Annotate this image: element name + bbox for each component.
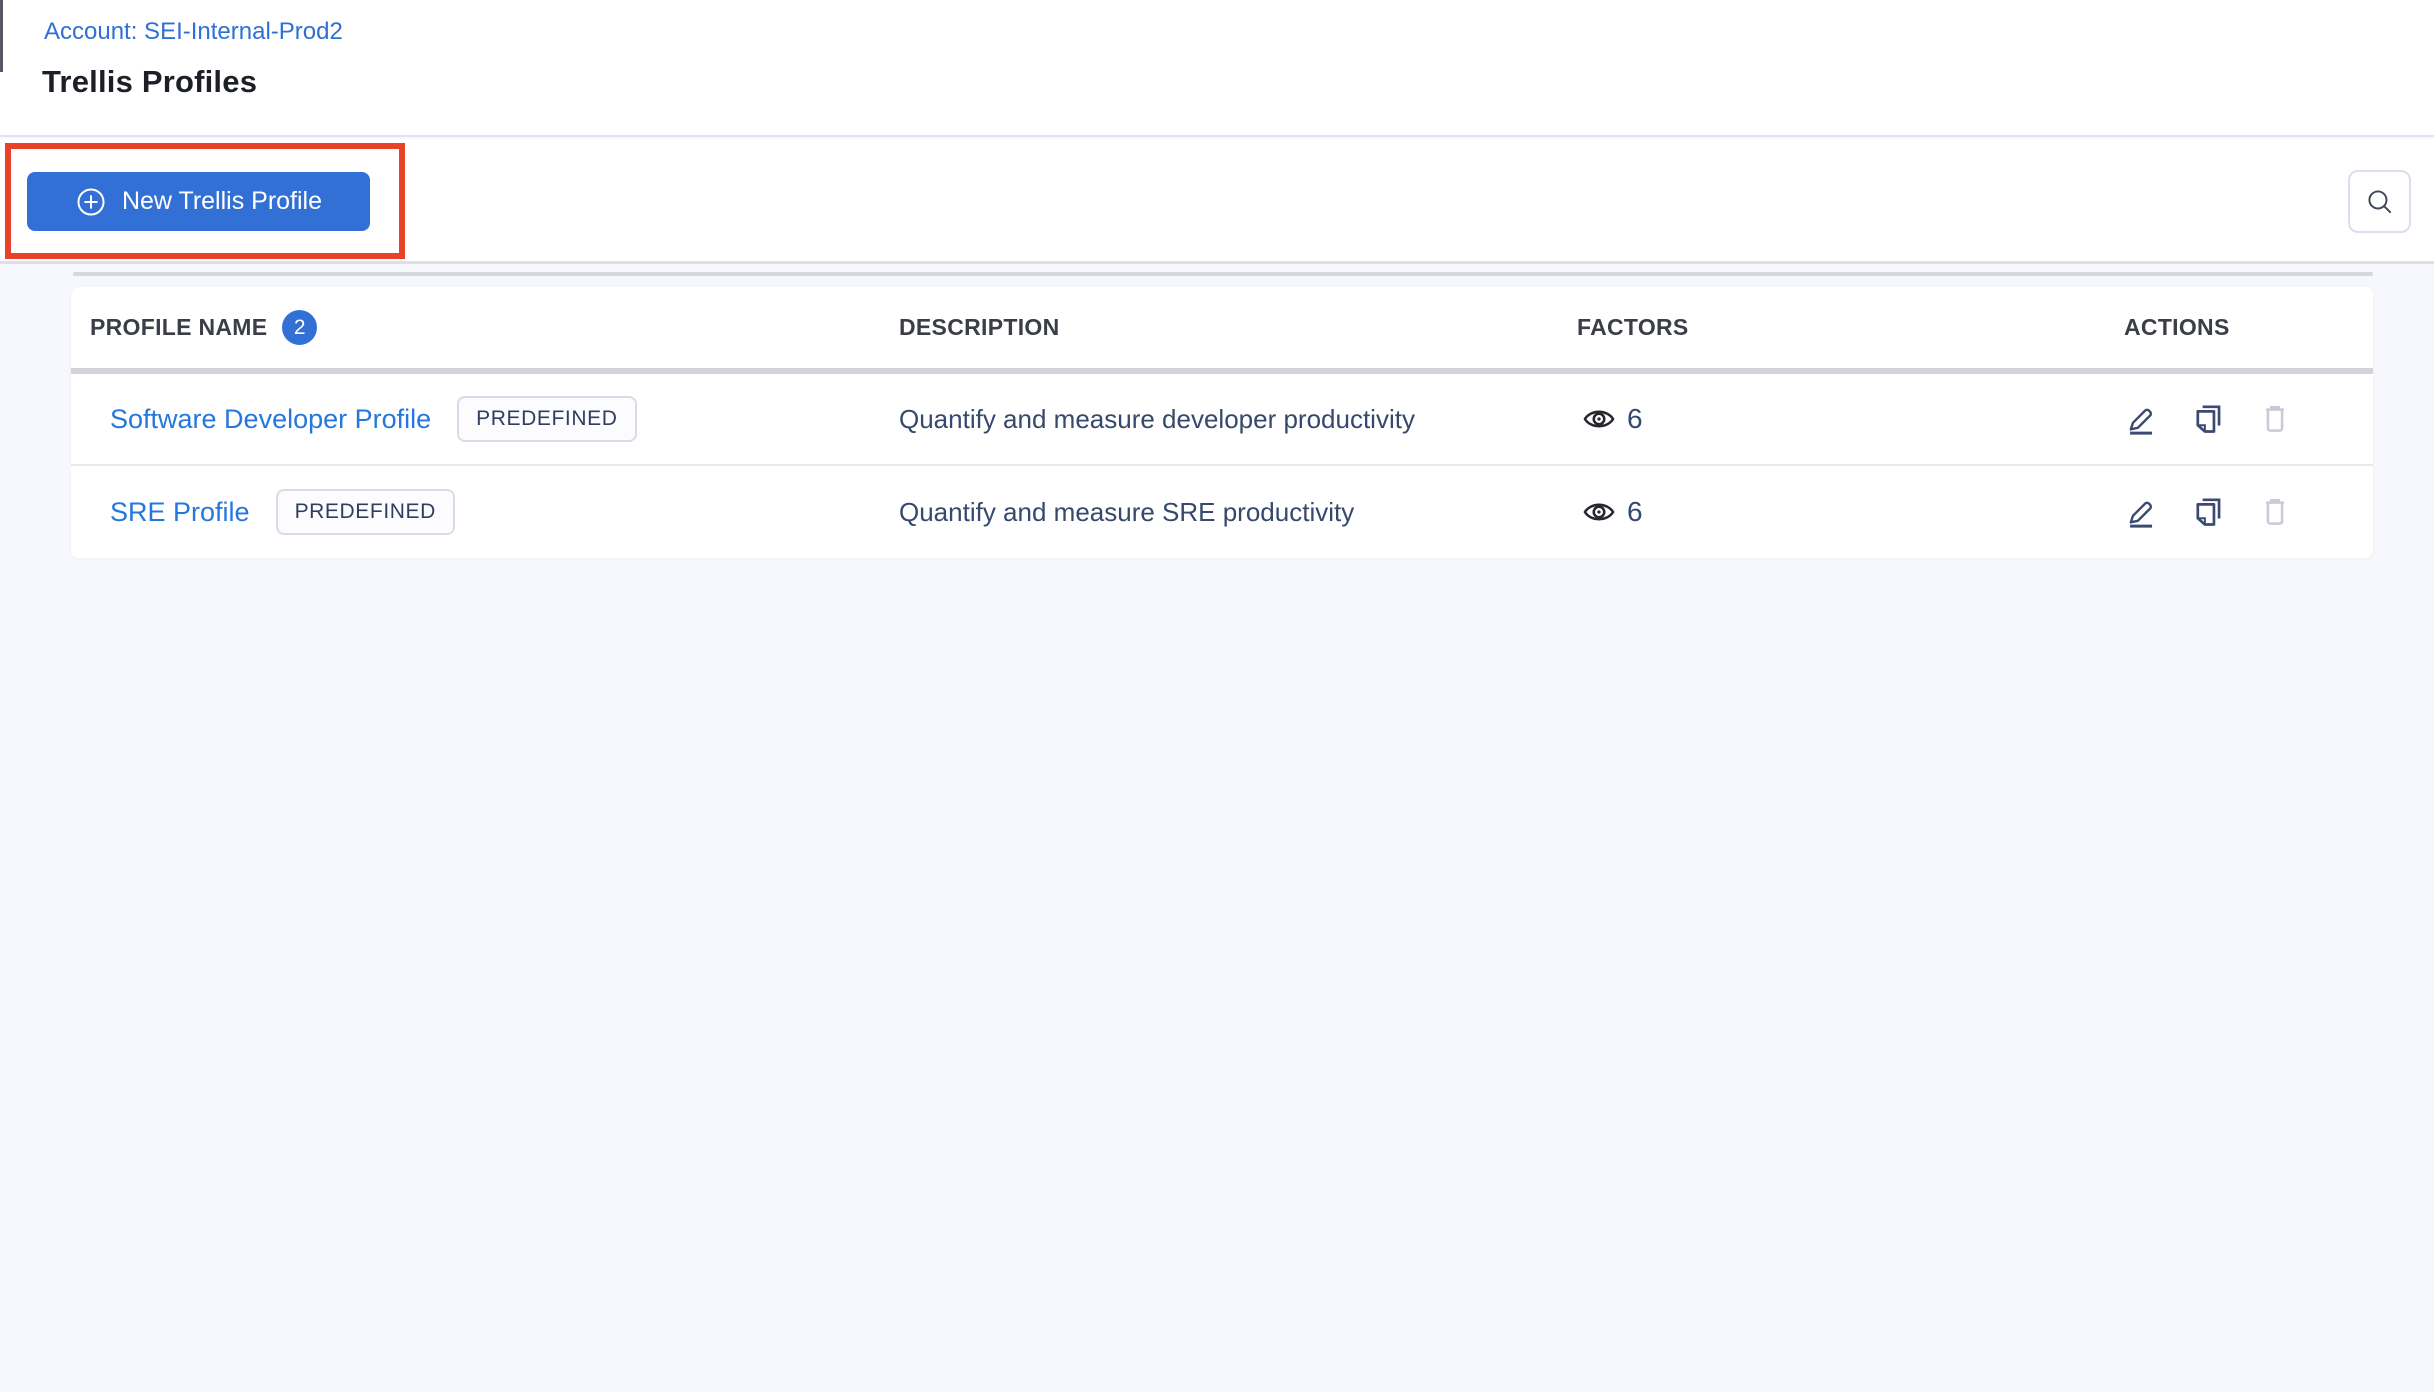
- column-header-factors: FACTORS: [1577, 314, 1689, 340]
- page-header-band: [0, 0, 2434, 137]
- trash-icon: [2258, 495, 2292, 529]
- trash-icon: [2258, 402, 2292, 436]
- profile-link-software-developer[interactable]: Software Developer Profile: [110, 404, 431, 435]
- clone-profile-button[interactable]: [2191, 495, 2225, 529]
- profile-count-badge: 2: [282, 310, 318, 345]
- column-header-actions: ACTIONS: [2124, 314, 2230, 340]
- table-top-scrollbar[interactable]: [73, 272, 2373, 276]
- account-breadcrumb[interactable]: Account: SEI-Internal-Prod2: [44, 18, 343, 46]
- delete-profile-button[interactable]: [2258, 495, 2292, 529]
- copy-pages-icon: [2191, 402, 2225, 436]
- table-row: Software Developer Profile PREDEFINED Qu…: [71, 374, 2373, 466]
- delete-profile-button[interactable]: [2258, 402, 2292, 436]
- factors-count: 6: [1627, 496, 1643, 527]
- eye-icon: [1581, 401, 1617, 437]
- predefined-tag: PREDEFINED: [275, 489, 455, 535]
- pencil-icon: [2124, 495, 2158, 529]
- column-header-description: DESCRIPTION: [899, 314, 1060, 340]
- profile-description: Quantify and measure SRE productivity: [899, 496, 1355, 527]
- predefined-tag: PREDEFINED: [457, 396, 637, 442]
- circle-plus-icon: [75, 186, 107, 218]
- new-trellis-profile-label: New Trellis Profile: [121, 187, 323, 215]
- factors-count: 6: [1627, 403, 1643, 434]
- profiles-table: PROFILE NAME 2 DESCRIPTION FACTORS ACTIO…: [71, 287, 2373, 558]
- profile-link-sre[interactable]: SRE Profile: [110, 497, 250, 528]
- clone-profile-button[interactable]: [2191, 402, 2225, 436]
- profile-name-header-label: PROFILE NAME: [90, 314, 268, 340]
- edit-profile-button[interactable]: [2124, 495, 2158, 529]
- table-header-row: PROFILE NAME 2 DESCRIPTION FACTORS ACTIO…: [71, 287, 2373, 374]
- eye-icon: [1581, 494, 1617, 530]
- new-trellis-profile-button[interactable]: New Trellis Profile: [27, 172, 370, 231]
- profile-description: Quantify and measure developer productiv…: [899, 403, 1415, 434]
- table-row: SRE Profile PREDEFINED Quantify and meas…: [71, 466, 2373, 558]
- search-button[interactable]: [2348, 170, 2411, 233]
- column-header-profile-name: PROFILE NAME 2: [71, 310, 899, 345]
- page-title: Trellis Profiles: [42, 64, 258, 99]
- pencil-icon: [2124, 402, 2158, 436]
- sidebar-edge-sliver: [0, 0, 3, 72]
- search-icon: [2364, 186, 2395, 217]
- copy-pages-icon: [2191, 495, 2225, 529]
- edit-profile-button[interactable]: [2124, 402, 2158, 436]
